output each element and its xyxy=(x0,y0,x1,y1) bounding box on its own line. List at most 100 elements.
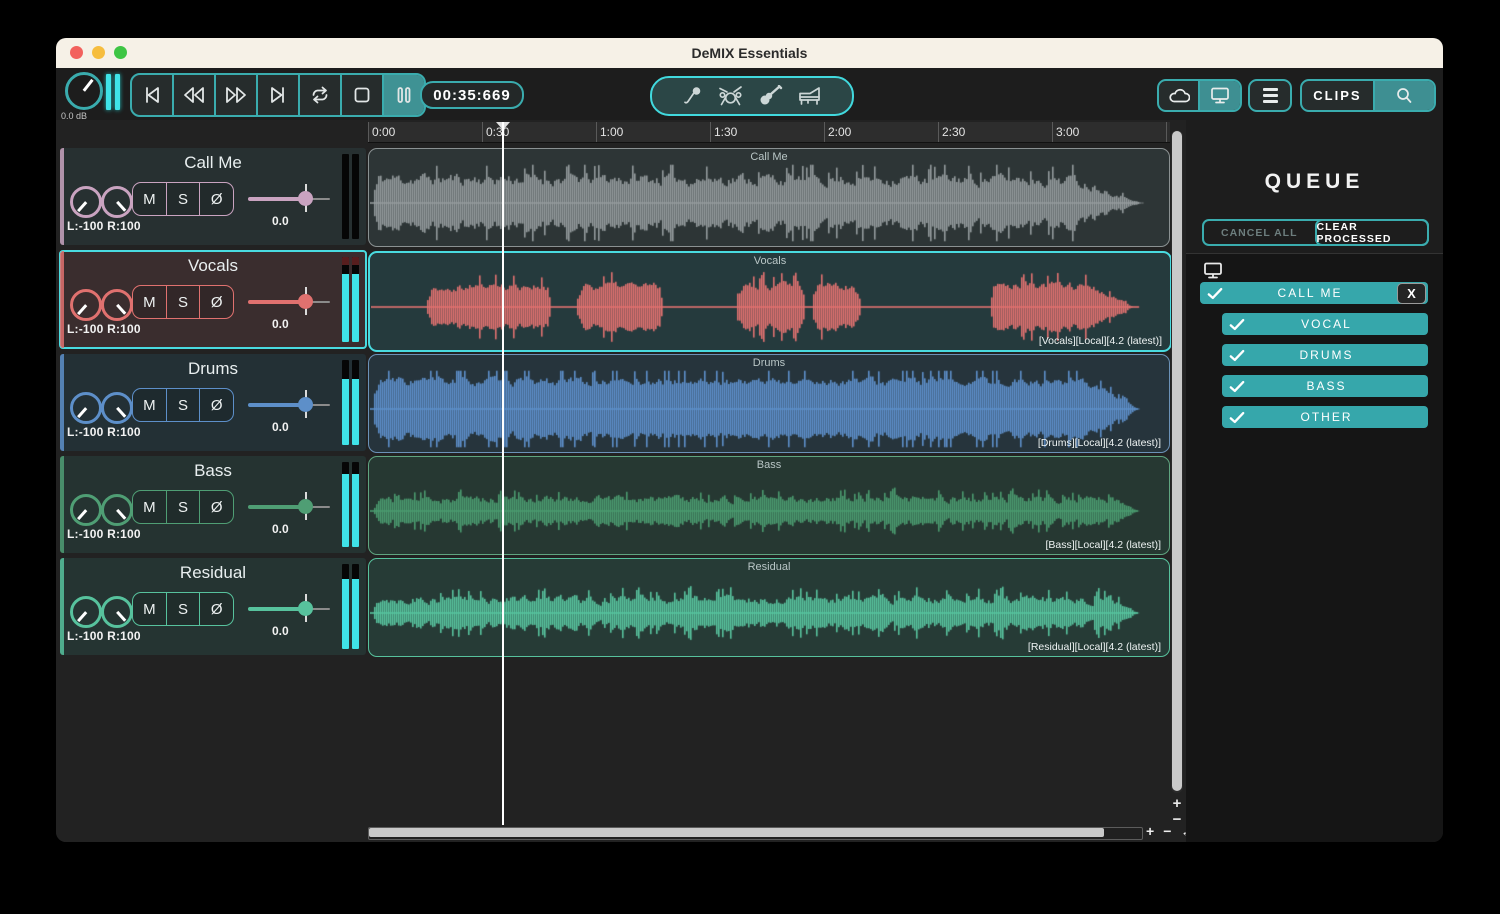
solo-button[interactable]: S xyxy=(165,389,200,421)
solo-button[interactable]: S xyxy=(165,286,200,318)
track-name: Call Me xyxy=(184,153,242,172)
phase-button[interactable]: Ø xyxy=(199,389,233,421)
queue-stem-other[interactable]: OTHER xyxy=(1222,406,1428,428)
gain-slider-handle[interactable] xyxy=(298,294,313,309)
horizontal-scrollbar[interactable] xyxy=(368,827,1143,840)
phase-button[interactable]: Ø xyxy=(199,491,233,523)
track-name: Drums xyxy=(187,359,239,378)
queue-stem-drums[interactable]: DRUMS xyxy=(1222,344,1428,366)
clip-vocals[interactable]: Vocals [Vocals][Local][4.2 (latest)] xyxy=(368,251,1172,352)
pan-left-knob[interactable] xyxy=(70,289,102,321)
skip-start-button[interactable] xyxy=(132,75,172,115)
clip-drums[interactable]: Drums [Drums][Local][4.2 (latest)] xyxy=(368,354,1170,453)
clear-processed-button[interactable]: CLEAR PROCESSED xyxy=(1314,219,1429,246)
minimize-window-button[interactable] xyxy=(92,46,105,59)
solo-button[interactable]: S xyxy=(165,183,200,215)
mute-solo-phase-group: M S Ø xyxy=(132,285,234,319)
gain-slider-handle[interactable] xyxy=(298,191,313,206)
job-name: CALL ME xyxy=(1277,286,1343,300)
cloud-processing-button[interactable] xyxy=(1159,81,1198,110)
microphone-icon[interactable] xyxy=(680,85,704,107)
horizontal-zoom-in-button[interactable]: + xyxy=(1146,823,1154,839)
track-meters xyxy=(342,257,359,342)
clip-title: Vocals xyxy=(753,255,787,267)
pan-right-knob[interactable] xyxy=(101,596,133,628)
timeline-ruler[interactable]: 0:000:301:001:302:002:303:003 xyxy=(368,122,1170,143)
titlebar: DeMIX Essentials xyxy=(56,38,1443,69)
pan-right-knob[interactable] xyxy=(101,289,133,321)
clip-version-label: [Residual][Local][4.2 (latest)] xyxy=(1027,641,1161,653)
clip-residual[interactable]: Residual [Residual][Local][4.2 (latest)] xyxy=(368,558,1170,657)
queue-job-call-me[interactable]: CALL ME X xyxy=(1200,282,1428,304)
drums-icon[interactable] xyxy=(717,85,744,107)
gain-value: 0.0 xyxy=(272,522,289,536)
instrument-selector xyxy=(650,76,854,116)
pause-button[interactable] xyxy=(382,75,424,115)
rewind-button[interactable] xyxy=(172,75,214,115)
master-meters xyxy=(106,74,120,110)
monitor-icon xyxy=(1211,87,1229,104)
mute-solo-phase-group: M S Ø xyxy=(132,182,234,216)
phase-button[interactable]: Ø xyxy=(199,593,233,625)
track-header-call-me[interactable]: Call Me L:-100 R:100 M S Ø 0.0 xyxy=(60,148,366,245)
cancel-all-button[interactable]: CANCEL ALL xyxy=(1204,221,1315,244)
track-header-drums[interactable]: Drums L:-100 R:100 M S Ø 0.0 xyxy=(60,354,366,451)
source-toggle xyxy=(1157,79,1242,112)
horizontal-scrollbar-thumb[interactable] xyxy=(369,828,1104,837)
check-icon[interactable] xyxy=(1207,287,1223,300)
track-header-bass[interactable]: Bass L:-100 R:100 M S Ø 0.0 xyxy=(60,456,366,553)
mute-button[interactable]: M xyxy=(133,286,166,318)
clips-button[interactable]: CLIPS xyxy=(1302,81,1373,110)
mute-button[interactable]: M xyxy=(133,593,166,625)
pan-left-knob[interactable] xyxy=(70,596,102,628)
pan-left-knob[interactable] xyxy=(70,186,102,218)
clip-call-me[interactable]: Call Me xyxy=(368,148,1170,247)
fast-forward-button[interactable] xyxy=(214,75,256,115)
pan-right-knob[interactable] xyxy=(101,186,133,218)
mute-button[interactable]: M xyxy=(133,491,166,523)
meter-bar xyxy=(106,74,111,110)
stop-button[interactable] xyxy=(340,75,382,115)
check-icon[interactable] xyxy=(1229,380,1245,393)
mute-button[interactable]: M xyxy=(133,183,166,215)
queue-stem-vocal[interactable]: VOCAL xyxy=(1222,313,1428,335)
menu-button[interactable] xyxy=(1250,81,1290,110)
check-icon[interactable] xyxy=(1229,411,1245,424)
maximize-window-button[interactable] xyxy=(114,46,127,59)
hamburger-icon xyxy=(1262,88,1278,103)
vertical-scrollbar[interactable] xyxy=(1171,130,1183,793)
pan-left-knob[interactable] xyxy=(70,392,102,424)
solo-button[interactable]: S xyxy=(165,593,200,625)
piano-icon[interactable] xyxy=(796,85,824,107)
vertical-zoom-in-button[interactable]: + xyxy=(1169,796,1185,812)
track-header-vocals[interactable]: Vocals L:-100 R:100 M S Ø 0.0 xyxy=(59,250,367,349)
phase-button[interactable]: Ø xyxy=(199,286,233,318)
time-display[interactable]: 00:35:669 xyxy=(420,81,524,109)
remove-job-button[interactable]: X xyxy=(1397,282,1426,304)
guitar-icon[interactable] xyxy=(757,85,783,107)
solo-button[interactable]: S xyxy=(165,491,200,523)
gain-slider-handle[interactable] xyxy=(298,601,313,616)
vertical-scrollbar-thumb[interactable] xyxy=(1172,131,1182,791)
close-window-button[interactable] xyxy=(70,46,83,59)
track-header-residual[interactable]: Residual L:-100 R:100 M S Ø 0.0 xyxy=(60,558,366,655)
clip-bass[interactable]: Bass [Bass][Local][4.2 (latest)] xyxy=(368,456,1170,555)
gain-slider-handle[interactable] xyxy=(298,397,313,412)
check-icon[interactable] xyxy=(1229,349,1245,362)
pan-right-knob[interactable] xyxy=(101,494,133,526)
horizontal-zoom-out-button[interactable]: − xyxy=(1163,823,1171,839)
clip-version-label: [Bass][Local][4.2 (latest)] xyxy=(1045,539,1161,551)
playhead-line[interactable] xyxy=(502,122,504,825)
local-processing-button[interactable] xyxy=(1198,81,1240,110)
pan-right-knob[interactable] xyxy=(101,392,133,424)
search-button[interactable] xyxy=(1372,81,1434,110)
master-gain-knob[interactable] xyxy=(65,72,103,110)
gain-slider-handle[interactable] xyxy=(298,499,313,514)
mute-button[interactable]: M xyxy=(133,389,166,421)
phase-button[interactable]: Ø xyxy=(199,183,233,215)
check-icon[interactable] xyxy=(1229,318,1245,331)
skip-end-button[interactable] xyxy=(256,75,298,115)
pan-left-knob[interactable] xyxy=(70,494,102,526)
loop-button[interactable] xyxy=(298,75,340,115)
queue-stem-bass[interactable]: BASS xyxy=(1222,375,1428,397)
